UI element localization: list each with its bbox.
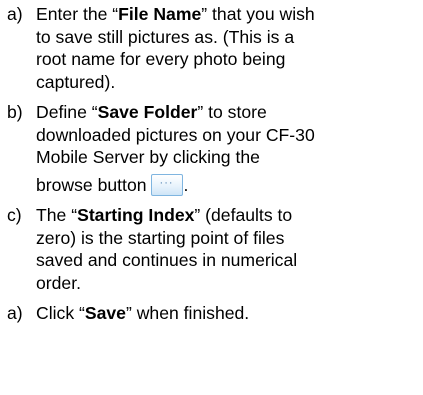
item-line: captured). bbox=[36, 71, 116, 92]
browse-button-icon: ··· bbox=[150, 173, 183, 196]
item-content: Click “Save” when finished. bbox=[36, 302, 415, 325]
item-line: browse button ···. bbox=[36, 173, 415, 197]
instruction-item-save: a) Click “Save” when finished. bbox=[7, 302, 415, 325]
item-marker: a) bbox=[7, 4, 23, 24]
item-line: downloaded pictures on your CF-30 bbox=[36, 124, 315, 145]
item-line: zero) is the starting point of files bbox=[36, 227, 285, 248]
line-text: browse button bbox=[36, 174, 147, 195]
line-text: Define “ bbox=[36, 102, 98, 122]
line-text: ” to store bbox=[197, 102, 267, 122]
item-line: saved and continues in numerical bbox=[36, 250, 298, 270]
field-name-save: Save bbox=[84, 303, 126, 323]
item-line: Mobile Server by clicking the bbox=[36, 147, 260, 167]
line-text: ” (defaults to bbox=[194, 205, 293, 225]
instruction-item-save-folder: b) Define “Save Folder” to store downloa… bbox=[7, 101, 415, 196]
item-line: order. bbox=[36, 272, 81, 293]
instruction-document: a) Enter the “File Name” that you wish t… bbox=[0, 0, 423, 395]
item-line: root name for every photo being bbox=[36, 49, 286, 69]
line-text: ” that you wish bbox=[201, 4, 315, 24]
item-line: to save still pictures as. (This is a bbox=[36, 26, 295, 47]
item-marker: b) bbox=[7, 102, 23, 122]
item-content: Define “Save Folder” to store downloaded… bbox=[36, 101, 415, 196]
item-line: Click “Save” when finished. bbox=[36, 302, 415, 325]
item-content: Enter the “File Name” that you wish to s… bbox=[36, 3, 415, 93]
item-line: Define “Save Folder” to store bbox=[36, 101, 415, 124]
line-text: ” when finished. bbox=[125, 303, 250, 323]
browse-dots: ··· bbox=[159, 176, 174, 189]
item-line: Enter the “File Name” that you wish bbox=[36, 3, 415, 26]
item-line: The “Starting Index” (defaults to bbox=[36, 204, 415, 227]
line-text: . bbox=[183, 174, 189, 195]
instruction-item-file-name: a) Enter the “File Name” that you wish t… bbox=[7, 3, 415, 93]
line-text: Enter the “ bbox=[36, 4, 119, 24]
field-name-file-name: File Name bbox=[118, 4, 202, 24]
field-name-starting-index: Starting Index bbox=[77, 205, 195, 225]
instruction-item-starting-index: c) The “Starting Index” (defaults to zer… bbox=[7, 204, 415, 294]
item-content: The “Starting Index” (defaults to zero) … bbox=[36, 204, 415, 294]
item-marker: c) bbox=[7, 205, 22, 225]
line-text: Click “ bbox=[36, 303, 85, 323]
item-marker: a) bbox=[7, 303, 23, 323]
line-text: The “ bbox=[36, 205, 78, 225]
field-name-save-folder: Save Folder bbox=[97, 102, 198, 122]
